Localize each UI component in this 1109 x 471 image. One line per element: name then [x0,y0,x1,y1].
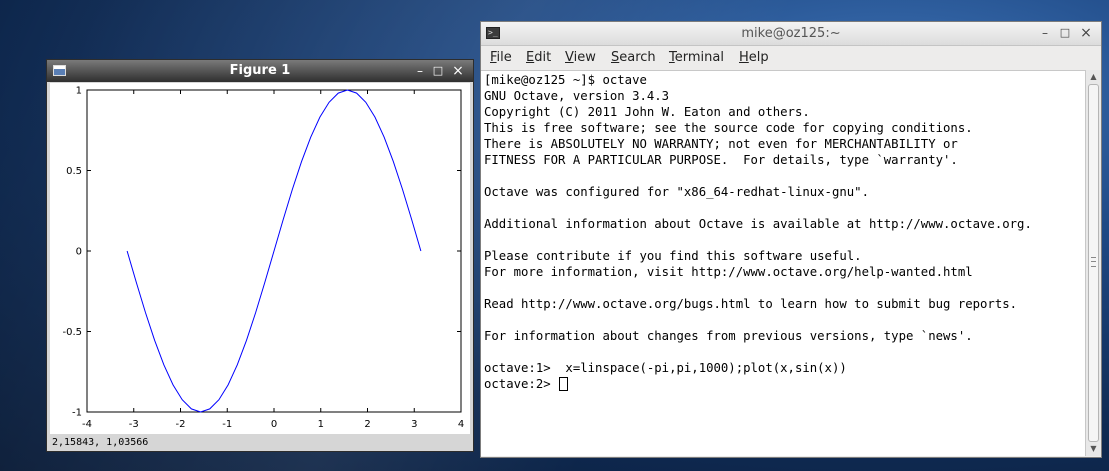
figure-titlebar[interactable]: Figure 1 – □ × [47,60,473,82]
terminal-window[interactable]: >_ mike@oz125:~ – □ × File Edit View Sea… [480,21,1102,458]
terminal-title: mike@oz125:~ [741,26,841,41]
menu-view[interactable]: View [565,50,596,65]
terminal-line: octave:1> x=linspace(-pi,pi,1000);plot(x… [484,361,847,375]
figure-title: Figure 1 [229,63,291,78]
terminal-line: Please contribute if you find this softw… [484,249,862,263]
menu-edit[interactable]: Edit [526,50,551,65]
terminal-output[interactable]: [mike@oz125 ~]$ octave GNU Octave, versi… [481,70,1085,456]
menu-bar: File Edit View Search Terminal Help [481,46,1101,70]
terminal-line: FITNESS FOR A PARTICULAR PURPOSE. For de… [484,153,958,167]
terminal-line: This is free software; see the source co… [484,121,973,135]
terminal-line: For information about changes from previ… [484,329,973,343]
close-icon[interactable]: × [1079,26,1093,40]
x-tick-label: -4 [82,419,92,430]
terminal-line: For more information, visit http://www.o… [484,265,973,279]
y-tick-label: -0.5 [62,327,82,338]
scroll-up-icon[interactable]: ▲ [1086,70,1101,84]
y-tick-label: -1 [72,408,82,419]
scroll-down-icon[interactable]: ▼ [1086,442,1101,456]
x-tick-label: -2 [176,419,186,430]
menu-terminal[interactable]: Terminal [669,50,724,65]
x-tick-label: 4 [458,419,464,430]
grip-icon [1091,257,1096,267]
terminal-line: [mike@oz125 ~]$ octave [484,73,647,87]
cursor-coordinates: 2,15843, 1,03566 [52,437,149,448]
x-tick-label: 2 [364,419,370,430]
x-tick-label: -3 [129,419,139,430]
menu-search[interactable]: Search [611,50,656,65]
terminal-text[interactable]: [mike@oz125 ~]$ octave GNU Octave, versi… [484,72,1032,392]
minimize-icon[interactable]: – [413,64,427,78]
text-cursor [559,377,569,391]
terminal-line: Additional information about Octave is a… [484,217,1032,231]
scrollbar[interactable]: ▲ ▼ [1085,70,1101,456]
minimize-icon[interactable]: – [1038,26,1052,40]
x-tick-label: 1 [318,419,324,430]
terminal-line: Read http://www.octave.org/bugs.html to … [484,297,1018,311]
x-tick-label: 0 [271,419,277,430]
maximize-icon[interactable]: □ [431,64,445,78]
y-tick-label: 0.5 [66,166,82,177]
terminal-prompt: octave:2> [484,377,559,391]
figure-window[interactable]: Figure 1 – □ × -4 -3 -2 -1 0 1 2 3 4 -1 -0.5 0 0.5 1 … [46,59,474,452]
x-tick-label: -1 [222,419,232,430]
menu-help[interactable]: Help [739,50,769,65]
y-tick-label: 0 [76,247,82,258]
terminal-line: Octave was configured for "x86_64-redhat… [484,185,869,199]
terminal-line: There is ABSOLUTELY NO WARRANTY; not eve… [484,137,958,151]
y-tick-label: 1 [76,86,82,97]
plot-area[interactable]: -4 -3 -2 -1 0 1 2 3 4 -1 -0.5 0 0.5 1 [50,83,470,434]
terminal-line: Copyright (C) 2011 John W. Eaton and oth… [484,105,810,119]
close-icon[interactable]: × [451,64,465,78]
terminal-titlebar[interactable]: >_ mike@oz125:~ – □ × [481,22,1101,46]
x-tick-label: 3 [411,419,417,430]
sine-plot[interactable]: -4 -3 -2 -1 0 1 2 3 4 -1 -0.5 0 0.5 1 [50,83,470,434]
sine-series-line [126,89,422,413]
menu-file[interactable]: File [490,50,512,65]
terminal-line: GNU Octave, version 3.4.3 [484,89,670,103]
maximize-icon[interactable]: □ [1058,26,1072,40]
scroll-thumb[interactable] [1088,84,1099,442]
